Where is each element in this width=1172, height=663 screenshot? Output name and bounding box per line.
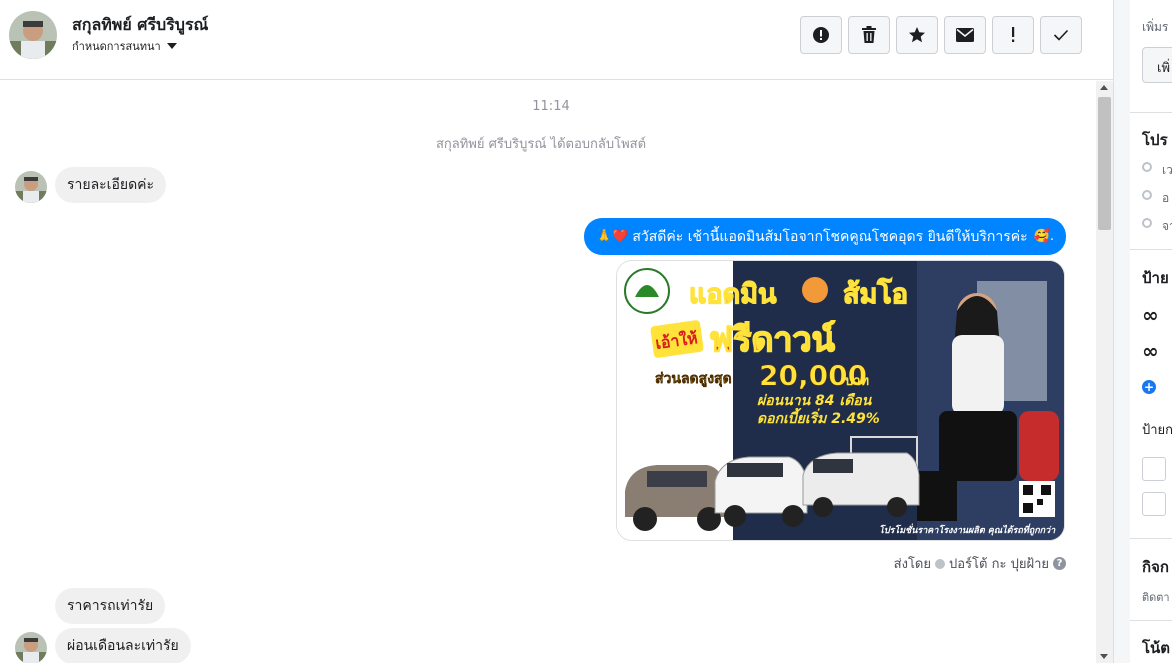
mark-done-button[interactable] [1040, 16, 1082, 54]
scrollbar-thumb[interactable] [1098, 97, 1111, 230]
contact-details-panel: เพิ่มร เพิ่ โปร เว อ จา ป้าย ∞ ∞ + ป้ายก… [1113, 0, 1172, 663]
labels-heading: ป้าย [1142, 269, 1169, 287]
exclamation-icon [1012, 27, 1015, 42]
message-emoji-prefix: 🙏❤️ [595, 229, 629, 244]
divider [1130, 538, 1172, 539]
help-icon[interactable]: ? [1053, 557, 1066, 570]
add-label-icon[interactable]: + [1142, 380, 1156, 394]
activity-heading: กิจก [1142, 558, 1169, 576]
contact-avatar[interactable] [9, 11, 57, 59]
divider [1130, 112, 1172, 113]
outgoing-message-text: สวัสดีค่ะ เช้านี้แอดมินส้มโอจากโชคคูณโชค… [632, 228, 1028, 245]
ad-title-right: ส้มโอ [843, 277, 908, 310]
sent-by-label: ส่งโดย [893, 557, 931, 572]
orange-icon [802, 277, 828, 303]
ad-installment: ผ่อนนาน 84 เดือน [757, 392, 873, 409]
promo-image-attachment[interactable]: แอดมิน ส้มโอ เอ้าให้ ฟรีดาวน์ ส่วนลดสูงส… [616, 260, 1065, 541]
meta-icon: ∞ [1142, 303, 1159, 327]
spam-icon [813, 27, 829, 43]
thread-scrollbar[interactable] [1096, 81, 1113, 663]
location-icon [1142, 218, 1152, 228]
delete-button[interactable] [848, 16, 890, 54]
labels-subheading: ป้ายก [1142, 423, 1172, 438]
profile-row: เว [1162, 163, 1172, 177]
scroll-up-arrow-icon[interactable] [1100, 85, 1108, 90]
star-icon [909, 27, 925, 43]
ad-discount-unit: บาท [845, 374, 869, 389]
conversation-header: สกุลทิพย์ ศรีบริบูรณ์ กำหนดการสนทนา [0, 0, 1113, 80]
mark-unread-button[interactable] [944, 16, 986, 54]
contact-avatar-small [15, 632, 47, 663]
inbox-app: สกุลทิพย์ ศรีบริบูรณ์ กำหนดการสนทนา 11:1… [0, 0, 1172, 663]
message-timestamp: 11:14 [532, 99, 570, 114]
add-input[interactable]: เพิ่ [1142, 47, 1172, 83]
conversation-toolbar [800, 16, 1082, 54]
verified-dot-icon [935, 558, 945, 569]
contact-avatar-small [15, 171, 47, 203]
ad-discount-label: ส่วนลดสูงสุด [655, 371, 732, 387]
incoming-message[interactable]: ราคารถเท่ารัย [55, 588, 166, 624]
check-icon [1053, 29, 1069, 41]
assign-label: กำหนดการสนทนา [72, 40, 161, 53]
outgoing-message[interactable]: 🙏❤️ สวัสดีค่ะ เช้านี้แอดมินส้มโอจากโชคคู… [583, 218, 1066, 255]
sent-by-name[interactable]: ปอร์โต้ กะ ปุยฝ้าย [949, 553, 1049, 574]
ad-headline: ฟรีดาวน์ [709, 320, 835, 360]
activity-subtext: ติดตา [1142, 591, 1170, 604]
location-icon [1142, 190, 1152, 200]
trash-icon [862, 26, 876, 43]
details-card: เพิ่มร เพิ่ โปร เว อ จา ป้าย ∞ ∞ + ป้ายก… [1130, 0, 1172, 663]
contact-name[interactable]: สกุลทิพย์ ศรีบริบูรณ์ [72, 13, 208, 38]
label-checkbox[interactable] [1142, 492, 1166, 516]
profile-heading: โปร [1142, 131, 1168, 149]
ad-title-left: แอดมิน [689, 279, 777, 310]
follow-up-button[interactable] [992, 16, 1034, 54]
notes-heading: โน้ต [1142, 639, 1171, 657]
clock-icon [1142, 162, 1152, 172]
message-emoji-suffix: 🥰. [1033, 229, 1054, 244]
caret-down-icon [166, 43, 177, 49]
profile-row: อ [1162, 191, 1170, 205]
assign-conversation-dropdown[interactable]: กำหนดการสนทนา [72, 37, 177, 55]
profile-row: จา [1162, 219, 1172, 233]
envelope-icon [956, 28, 974, 42]
message-thread[interactable]: 11:14 สกุลทิพย์ ศรีบริบูรณ์ ได้ตอบกลับโพ… [0, 81, 1096, 663]
incoming-message[interactable]: รายละเอียดค่ะ [55, 167, 167, 203]
mark-spam-button[interactable] [800, 16, 842, 54]
scroll-down-arrow-icon[interactable] [1100, 654, 1108, 659]
post-reply-note: สกุลทิพย์ ศรีบริบูรณ์ ได้ตอบกลับโพสต์ [435, 137, 647, 152]
sent-by-line: ส่งโดย ปอร์โต้ กะ ปุยฝ้าย ? [894, 553, 1066, 574]
incoming-message[interactable]: ผ่อนเดือนละเท่ารัย [55, 628, 191, 663]
meta-icon: ∞ [1142, 339, 1159, 363]
label-checkbox[interactable] [1142, 457, 1166, 481]
divider [1130, 620, 1172, 621]
add-label: เพิ่มร [1142, 20, 1169, 34]
star-button[interactable] [896, 16, 938, 54]
divider [1130, 249, 1172, 250]
